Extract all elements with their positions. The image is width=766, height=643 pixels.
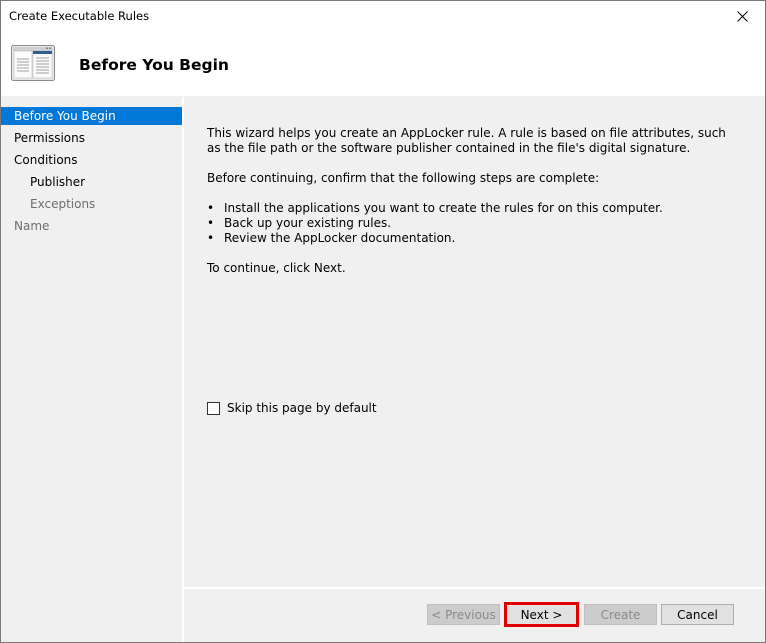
page-title: Before You Begin: [79, 56, 229, 74]
wizard-footer: < Previous Next > Create Cancel: [184, 589, 765, 642]
previous-button: < Previous: [427, 604, 500, 625]
wizard-header: Before You Begin: [1, 31, 765, 96]
sidebar-item-exceptions: Exceptions: [30, 197, 96, 211]
sidebar-item-before-you-begin[interactable]: Before You Begin: [1, 107, 182, 125]
wizard-steps-sidebar: Before You Begin Permissions Conditions …: [1, 97, 182, 642]
sidebar-item-publisher[interactable]: Publisher: [1, 173, 182, 191]
next-button[interactable]: Next >: [504, 602, 579, 627]
sidebar-item-permissions[interactable]: Permissions: [1, 129, 182, 147]
list-item: • Review the AppLocker documentation.: [207, 231, 456, 245]
cancel-button[interactable]: Cancel: [661, 604, 734, 625]
intro-text: This wizard helps you create an AppLocke…: [207, 126, 726, 155]
confirm-text: Before continuing, confirm that the foll…: [207, 171, 600, 185]
close-icon: [736, 10, 748, 22]
skip-page-checkbox[interactable]: Skip this page by default: [207, 401, 377, 415]
wizard-window-icon: [11, 45, 55, 81]
sidebar-item-conditions[interactable]: Conditions: [1, 151, 182, 169]
window-title: Create Executable Rules: [9, 9, 150, 23]
title-bar: Create Executable Rules: [1, 1, 765, 31]
checkbox-box[interactable]: [207, 401, 220, 415]
steps-list: • Install the applications you want to cr…: [207, 201, 663, 246]
wizard-dialog: Create Executable Rules Before You Begin…: [0, 0, 766, 643]
continue-text: To continue, click Next.: [207, 261, 346, 275]
close-button[interactable]: [719, 1, 765, 31]
list-item: • Back up your existing rules.: [207, 216, 392, 230]
create-button: Create: [584, 604, 657, 625]
list-item: • Install the applications you want to cr…: [207, 201, 663, 215]
sidebar-item-name: Name: [14, 219, 50, 233]
skip-page-label: Skip this page by default: [227, 401, 377, 415]
wizard-content: This wizard helps you create an AppLocke…: [184, 97, 765, 586]
